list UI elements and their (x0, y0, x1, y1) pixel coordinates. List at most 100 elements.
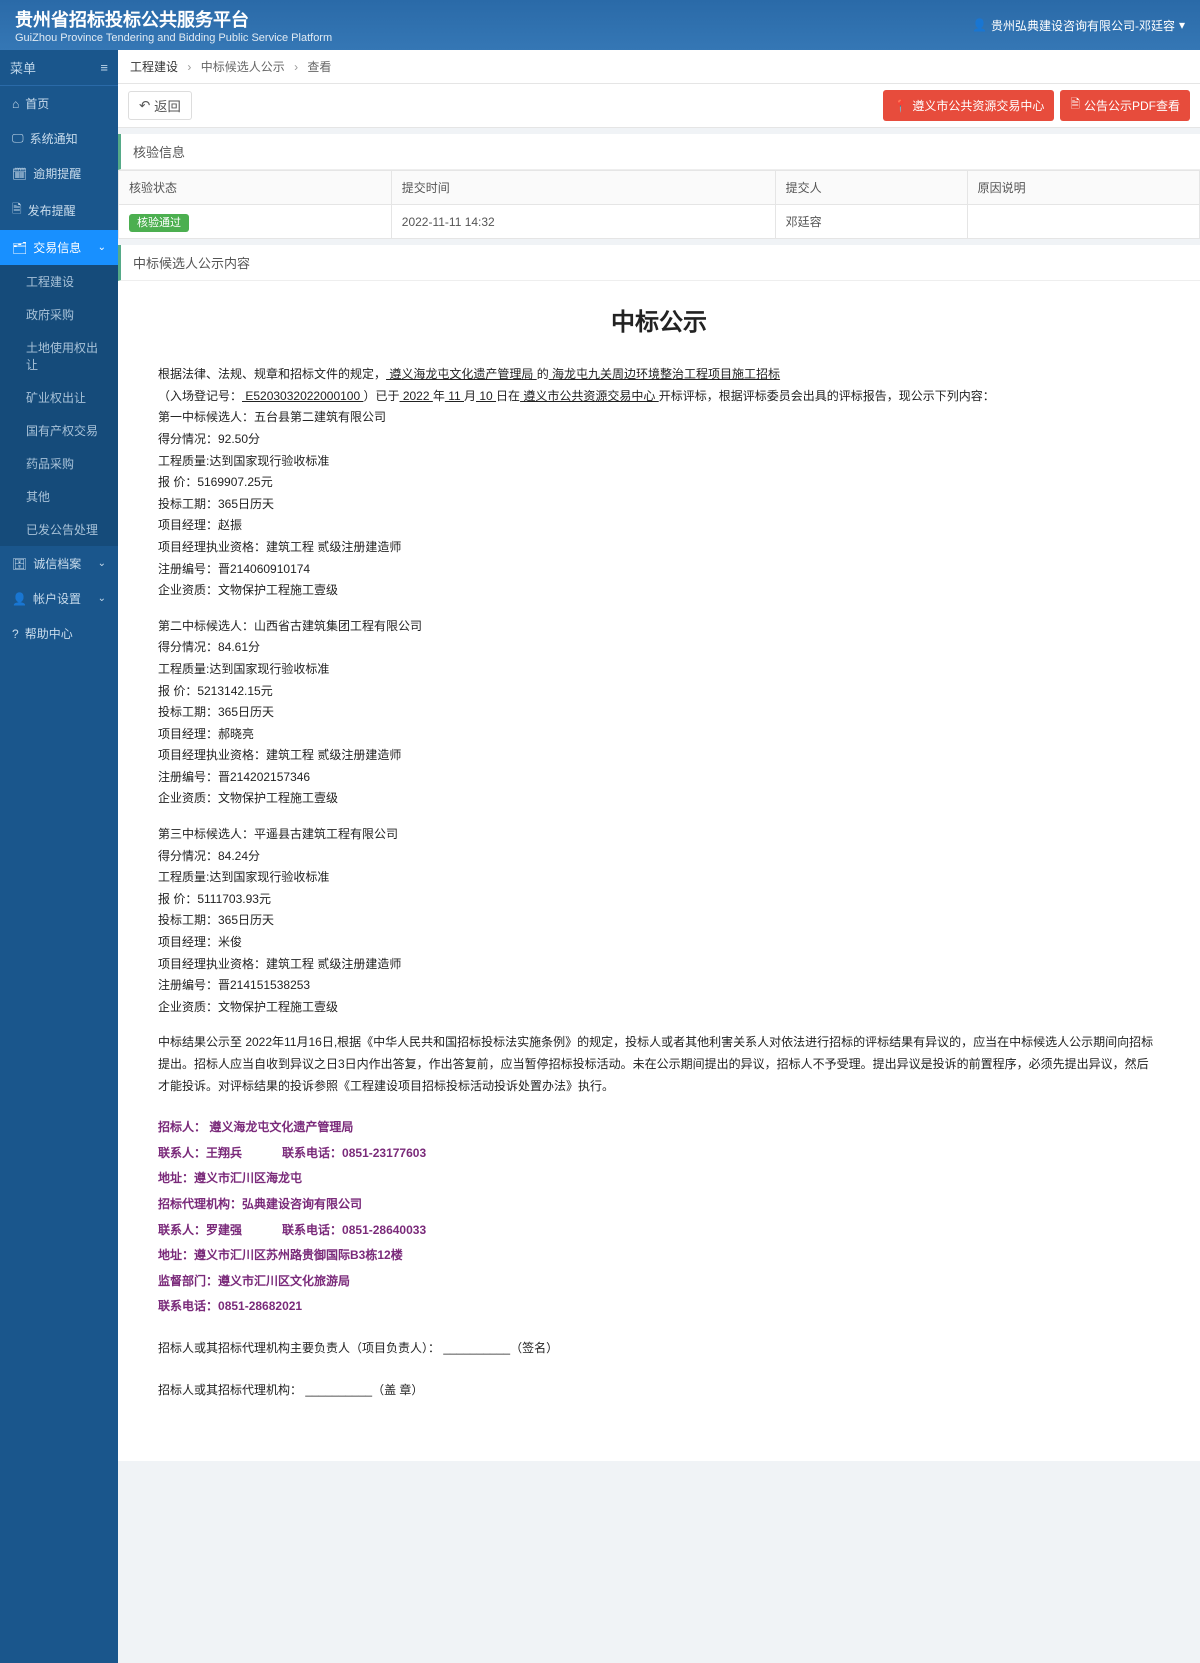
status-badge: 核验通过 (129, 214, 189, 232)
sidebar-sub-state[interactable]: 国有产权交易 (0, 414, 118, 447)
th-submitter: 提交人 (775, 171, 967, 205)
sidebar-sub-mine[interactable]: 矿业权出让 (0, 381, 118, 414)
app-subtitle: GuiZhou Province Tendering and Bidding P… (15, 32, 972, 44)
check-table: 核验状态 提交时间 提交人 原因说明 核验通过 2022-11-11 14:32… (118, 170, 1200, 239)
candidate-score: 得分情况：84.24分 (158, 846, 1160, 868)
chevron-down-icon: ▾ (1179, 18, 1185, 32)
pdf-icon: 🗎 (1070, 95, 1080, 116)
archive-icon: 🗄 (12, 557, 27, 571)
pdf-view-button[interactable]: 🗎 公告公示PDF查看 (1060, 90, 1190, 121)
candidate-quality: 工程质量:达到国家现行验收标准 (158, 867, 1160, 889)
candidate-reg: 注册编号：晋214060910174 (158, 559, 1160, 581)
sidebar-item-help[interactable]: ?帮助中心 (0, 616, 118, 651)
candidate-pm_qual: 项目经理执业资格：建筑工程 贰级注册建造师 (158, 537, 1160, 559)
candidate-pm_qual: 项目经理执业资格：建筑工程 贰级注册建造师 (158, 745, 1160, 767)
breadcrumb: 工程建设 › 中标候选人公示 › 查看 (118, 50, 1200, 84)
candidate-price: 报 价：5111703.93元 (158, 889, 1160, 911)
back-button[interactable]: ↶ 返回 (128, 91, 192, 120)
candidate-pm: 项目经理：郝晓亮 (158, 724, 1160, 746)
candidate-score: 得分情况：92.50分 (158, 429, 1160, 451)
cell-reason (967, 205, 1199, 239)
candidate-pm: 项目经理：米俊 (158, 932, 1160, 954)
sidebar-sub-other[interactable]: 其他 (0, 480, 118, 513)
menu-collapse-icon[interactable]: ≡ (100, 60, 108, 75)
candidate-rank: 第一中标候选人：五台县第二建筑有限公司 (158, 407, 1160, 429)
candidate-quality: 工程质量:达到国家现行验收标准 (158, 451, 1160, 473)
candidate-reg: 注册编号：晋214151538253 (158, 975, 1160, 997)
sidebar-sub-land[interactable]: 土地使用权出让 (0, 331, 118, 381)
doc-title: 中标公示 (158, 301, 1160, 344)
sidebar-menu-header: 菜单 ≡ (0, 50, 118, 86)
sign-line-1: 招标人或其招标代理机构主要负责人（项目负责人）： __________（签名） (158, 1338, 1160, 1360)
chevron-down-icon: ⌄ (98, 242, 106, 253)
help-icon: ? (12, 627, 19, 641)
breadcrumb-a[interactable]: 工程建设 (130, 60, 178, 80)
table-row: 核验通过 2022-11-11 14:32 邓廷容 (119, 205, 1200, 239)
cell-submitter: 邓廷容 (775, 205, 967, 239)
sidebar-sub-engineering[interactable]: 工程建设 (0, 265, 118, 298)
candidate-corp: 企业资质：文物保护工程施工壹级 (158, 580, 1160, 602)
sign-line-2: 招标人或其招标代理机构： __________（盖 章） (158, 1380, 1160, 1402)
candidate-pm: 项目经理：赵振 (158, 515, 1160, 537)
sidebar-item-publish[interactable]: 🗎发布提醒 (0, 191, 118, 230)
sidebar-item-home[interactable]: ⌂首页 (0, 86, 118, 121)
sidebar-sub-issued[interactable]: 已发公告处理 (0, 513, 118, 546)
th-time: 提交时间 (391, 171, 775, 205)
sidebar-sub-gov[interactable]: 政府采购 (0, 298, 118, 331)
check-panel: 核验信息 核验状态 提交时间 提交人 原因说明 核验通过 2022-11-11 … (118, 134, 1200, 239)
candidate-reg: 注册编号：晋214202157346 (158, 767, 1160, 789)
sidebar-item-overdue[interactable]: 🗓逾期提醒 (0, 156, 118, 191)
center-button[interactable]: 📍 遵义市公共资源交易中心 (883, 90, 1054, 121)
intro-line: 根据法律、法规、规章和招标文件的规定， 遵义海龙屯文化遗产管理局 的 海龙屯九关… (158, 364, 1160, 407)
check-panel-title: 核验信息 (118, 134, 1200, 170)
candidate-quality: 工程质量:达到国家现行验收标准 (158, 659, 1160, 681)
breadcrumb-b[interactable]: 中标候选人公示 (201, 60, 285, 74)
candidate-corp: 企业资质：文物保护工程施工壹级 (158, 788, 1160, 810)
notice-text: 中标结果公示至 2022年11月16日,根据《中华人民共和国招标投标法实施条例》… (158, 1032, 1160, 1097)
candidate-block: 第二中标候选人：山西省古建筑集团工程有限公司得分情况：84.61分工程质量:达到… (158, 616, 1160, 810)
app-title: 贵州省招标投标公共服务平台 (15, 6, 972, 32)
user-name: 贵州弘典建设咨询有限公司-邓廷容 (991, 17, 1175, 34)
document-body: 中标公示 根据法律、法规、规章和招标文件的规定， 遵义海龙屯文化遗产管理局 的 … (118, 281, 1200, 1421)
candidate-block: 第一中标候选人：五台县第二建筑有限公司得分情况：92.50分工程质量:达到国家现… (158, 407, 1160, 601)
cell-time: 2022-11-11 14:32 (391, 205, 775, 239)
sidebar-sub-drug[interactable]: 药品采购 (0, 447, 118, 480)
monitor-icon: 🖵 (12, 131, 24, 146)
candidate-corp: 企业资质：文物保护工程施工壹级 (158, 997, 1160, 1019)
menu-label: 菜单 (10, 58, 36, 77)
candidate-duration: 投标工期：365日历天 (158, 910, 1160, 932)
undo-icon: ↶ (139, 98, 150, 114)
candidate-price: 报 价：5169907.25元 (158, 472, 1160, 494)
main-content: 工程建设 › 中标候选人公示 › 查看 ↶ 返回 📍 遵义市公共资源交易中心 🗎… (118, 50, 1200, 1663)
sidebar: 菜单 ≡ ⌂首页 🖵系统通知 🗓逾期提醒 🗎发布提醒 🗂交易信息⌄ 工程建设 政… (0, 50, 118, 1663)
user-icon: 👤 (12, 592, 27, 606)
candidate-pm_qual: 项目经理执业资格：建筑工程 贰级注册建造师 (158, 954, 1160, 976)
location-icon: 📍 (893, 99, 908, 113)
sidebar-item-archive[interactable]: 🗄诚信档案⌄ (0, 546, 118, 581)
user-menu[interactable]: 👤 贵州弘典建设咨询有限公司-邓廷容 ▾ (972, 17, 1185, 34)
calendar-icon: 🗓 (12, 167, 27, 181)
app-header: 贵州省招标投标公共服务平台 GuiZhou Province Tendering… (0, 0, 1200, 50)
candidate-duration: 投标工期：365日历天 (158, 702, 1160, 724)
content-panel: 中标候选人公示内容 中标公示 根据法律、法规、规章和招标文件的规定， 遵义海龙屯… (118, 245, 1200, 1461)
sidebar-item-trade[interactable]: 🗂交易信息⌄ (0, 230, 118, 265)
user-icon: 👤 (972, 18, 987, 32)
home-icon: ⌂ (12, 97, 19, 111)
chevron-icon: ⌄ (98, 593, 106, 604)
candidate-rank: 第三中标候选人：平遥县古建筑工程有限公司 (158, 824, 1160, 846)
candidate-rank: 第二中标候选人：山西省古建筑集团工程有限公司 (158, 616, 1160, 638)
publish-icon: 🗎 (12, 200, 22, 221)
breadcrumb-c: 查看 (307, 60, 331, 74)
candidate-block: 第三中标候选人：平遥县古建筑工程有限公司得分情况：84.24分工程质量:达到国家… (158, 824, 1160, 1018)
th-reason: 原因说明 (967, 171, 1199, 205)
candidate-score: 得分情况：84.61分 (158, 637, 1160, 659)
toolbar: ↶ 返回 📍 遵义市公共资源交易中心 🗎 公告公示PDF查看 (118, 84, 1200, 128)
candidate-duration: 投标工期：365日历天 (158, 494, 1160, 516)
sidebar-item-account[interactable]: 👤帐户设置⌄ (0, 581, 118, 616)
trade-icon: 🗂 (12, 241, 27, 255)
content-panel-title: 中标候选人公示内容 (118, 245, 1200, 281)
chevron-icon: ⌄ (98, 558, 106, 569)
th-status: 核验状态 (119, 171, 392, 205)
info-block: 招标人： 遵义海龙屯文化遗产管理局 联系人：王翔兵联系电话：0851-23177… (158, 1117, 1160, 1318)
sidebar-item-notice[interactable]: 🖵系统通知 (0, 121, 118, 156)
